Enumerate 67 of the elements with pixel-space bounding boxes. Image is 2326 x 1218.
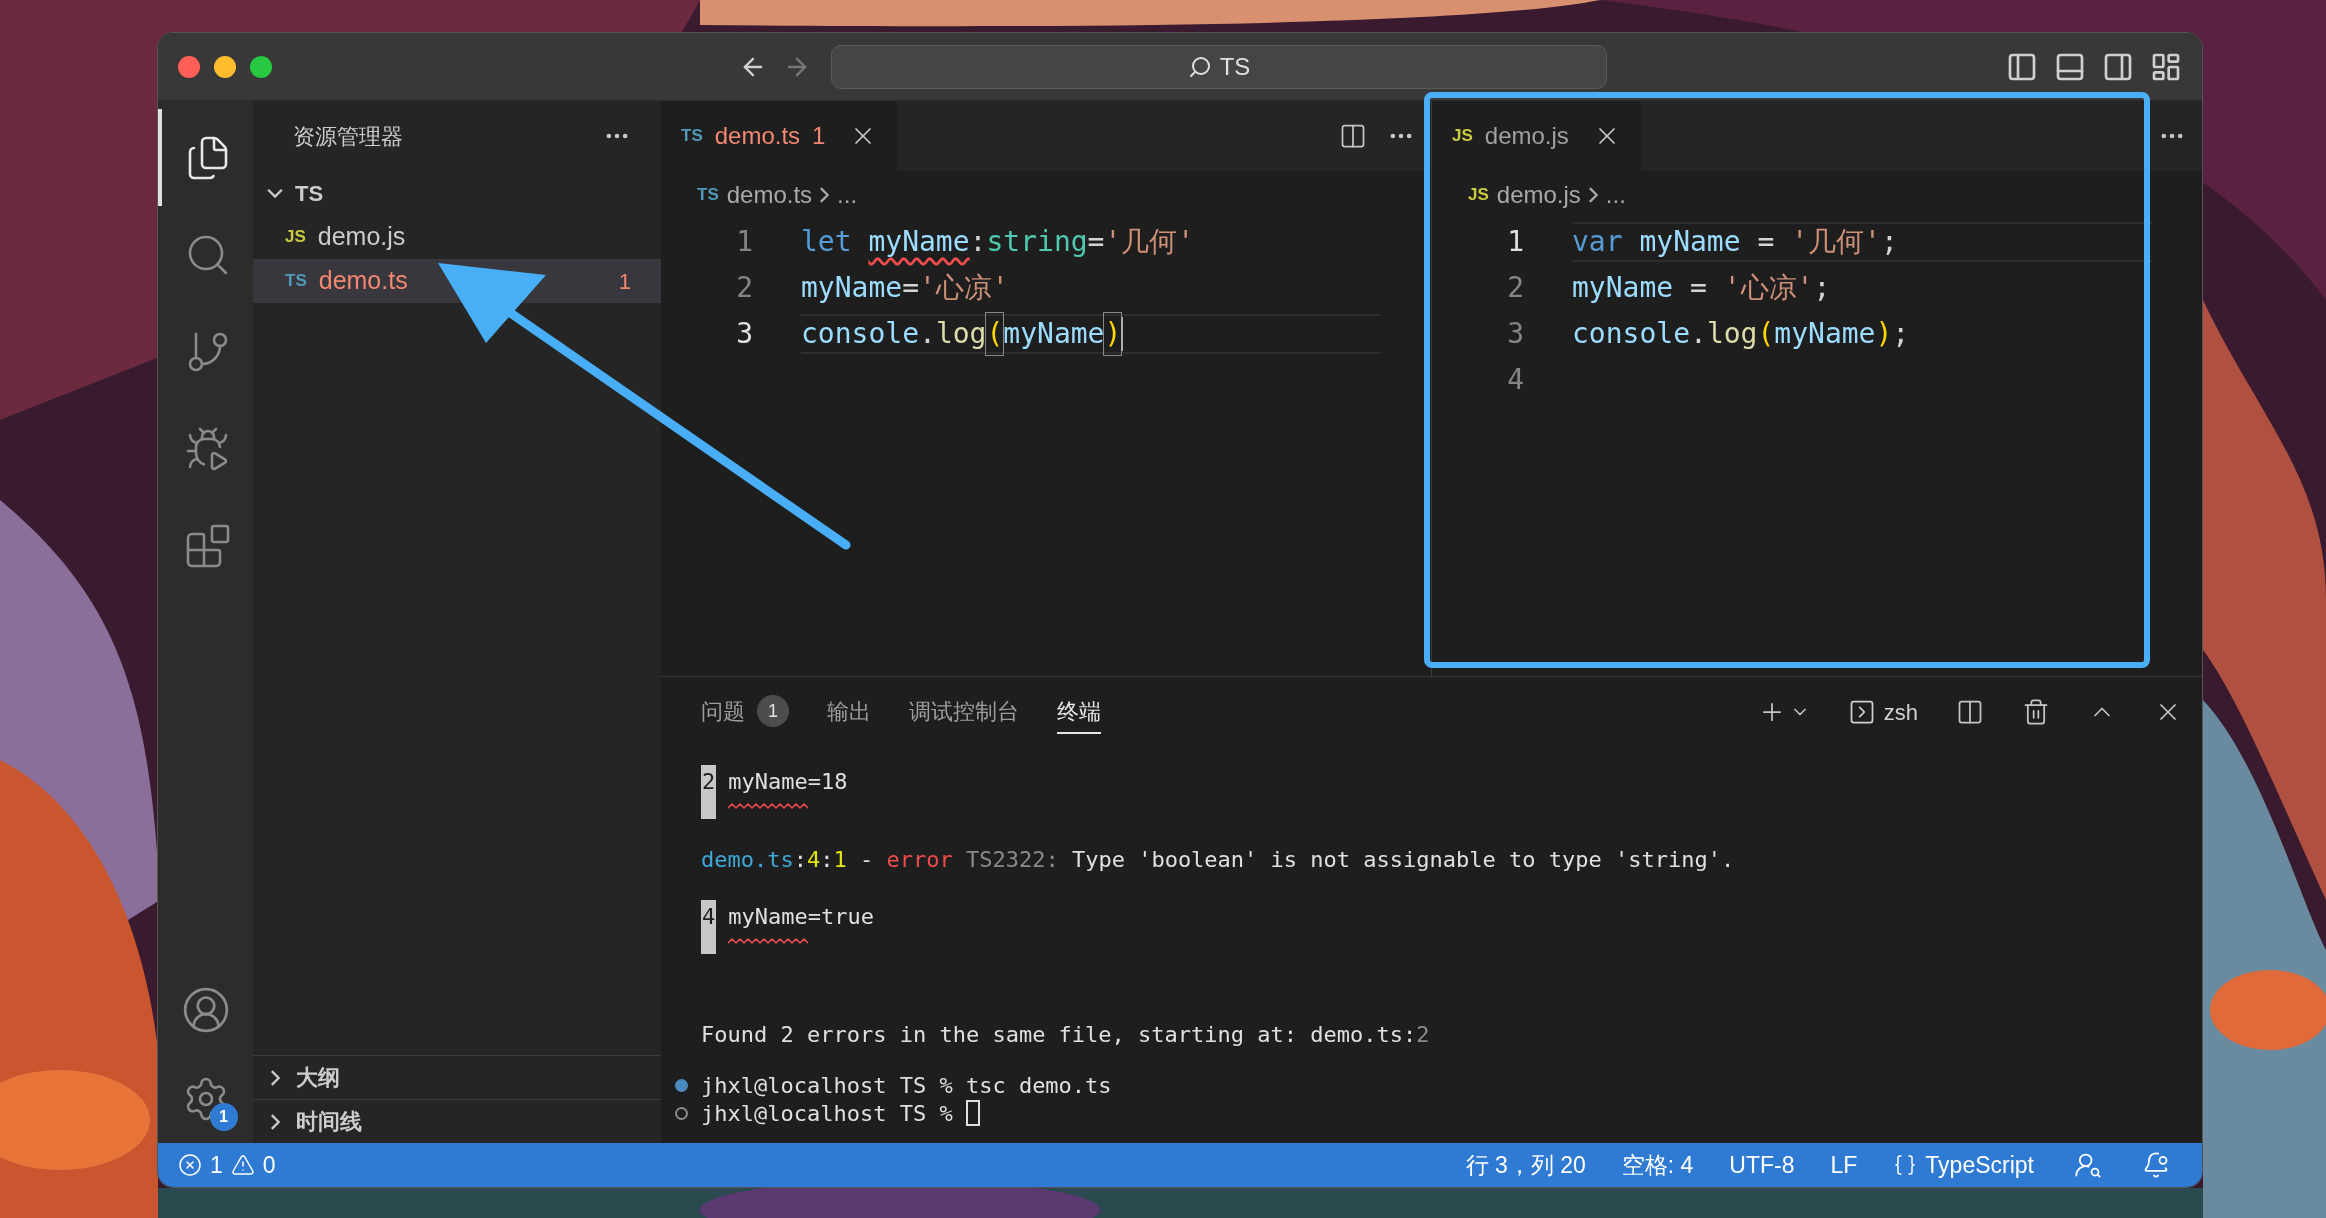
line-number: 1: [1506, 224, 1525, 260]
breadcrumb-file[interactable]: demo.js: [1496, 177, 1581, 213]
panel-tab[interactable]: 问题 1: [701, 690, 789, 734]
file-type-icon: JS: [1452, 123, 1473, 149]
panel-tab[interactable]: 终端: [1057, 690, 1101, 734]
file-type-icon: JS: [285, 224, 306, 250]
minimize-window-icon[interactable]: [214, 55, 236, 78]
code-line: let myName:string='几何': [801, 224, 1196, 260]
line-number: 2: [1506, 270, 1525, 306]
code-line: var myName = '几何';: [1572, 222, 2152, 262]
folder-row[interactable]: TS: [253, 171, 661, 215]
file-type-icon: JS: [1468, 182, 1489, 208]
editor-tab[interactable]: JS demo.js: [1432, 101, 1641, 171]
problem-count: 1: [812, 121, 826, 151]
language-indicator[interactable]: TypeScript: [1881, 1147, 2046, 1183]
line-number: 2: [735, 270, 754, 306]
line-gutter: 2: [701, 765, 717, 819]
panel-tab[interactable]: 调试控制台: [909, 690, 1019, 734]
tab-label: demo.ts: [714, 121, 801, 151]
terminal-line: jhxl@localhost TS % tsc demo.ts: [701, 1071, 1112, 1100]
bell-icon[interactable]: [2142, 1151, 2170, 1179]
line-number: 3: [1506, 316, 1525, 352]
line-number: 1: [735, 224, 754, 260]
search-icon: [1187, 54, 1212, 79]
person-icon[interactable]: [2074, 1151, 2102, 1179]
terminal-line: jhxl@localhost TS %: [701, 1099, 954, 1128]
notification-badge: 1: [209, 1103, 238, 1131]
code-line: myName = '心凉';: [1572, 270, 1832, 306]
chevron-icon: [271, 1069, 280, 1086]
terminal-line: demo.ts:4:1 - error TS2322: Type 'boolean' is not assignable to type 'string'.: [701, 846, 1736, 874]
breadcrumb-symbol[interactable]: ...: [1605, 177, 1626, 213]
line-gutter: 4: [701, 900, 717, 954]
chevron-icon: [1588, 187, 1598, 203]
tab-label: demo.js: [1484, 121, 1569, 151]
status-item[interactable]: 行 3，列 20: [1453, 1147, 1598, 1183]
status-item[interactable]: LF: [1818, 1147, 1870, 1183]
problems-indicator[interactable]: 1 0: [178, 1147, 276, 1183]
chevron-icon: [267, 188, 283, 198]
code-line: console.log(myName): [801, 314, 1381, 354]
file-row[interactable]: JS demo.js: [253, 215, 661, 259]
search-field[interactable]: TS: [831, 44, 1607, 89]
close-window-icon[interactable]: [178, 55, 200, 78]
file-type-icon: TS: [681, 123, 703, 149]
breadcrumb-symbol[interactable]: ...: [837, 177, 858, 213]
split-terminal-icon[interactable]: [1956, 698, 1984, 726]
status-item[interactable]: 空格: 4: [1609, 1147, 1706, 1183]
terminal-line: myName=true: [728, 903, 874, 931]
zoom-window-icon[interactable]: [250, 55, 272, 78]
file-type-icon: TS: [697, 182, 719, 208]
file-type-icon: TS: [285, 268, 307, 294]
trash-icon[interactable]: [2022, 698, 2050, 726]
code-line: myName='心凉': [801, 270, 1010, 306]
line-number: 3: [735, 316, 754, 352]
terminal-line: myName=18: [728, 768, 848, 796]
breadcrumb-file[interactable]: demo.ts: [726, 177, 813, 213]
chevron-icon: [820, 187, 830, 203]
code-line: console.log(myName);: [1572, 316, 1911, 352]
line-number: 4: [1506, 362, 1525, 398]
split-editor-icon[interactable]: [1339, 122, 1367, 150]
sidebar-title: 资源管理器: [293, 122, 403, 151]
chevron-icon: [271, 1113, 280, 1130]
terminal-line: Found 2 errors in the same file, starting at: demo.ts:2: [701, 1021, 1431, 1049]
sidebar-section-header[interactable]: 大纲: [253, 1055, 661, 1099]
editor-tab[interactable]: TS demo.ts 1: [661, 101, 898, 171]
terminal-selector[interactable]: zsh: [1847, 695, 1918, 729]
panel-tab[interactable]: 输出: [827, 690, 871, 734]
status-item[interactable]: UTF-8: [1717, 1147, 1807, 1183]
